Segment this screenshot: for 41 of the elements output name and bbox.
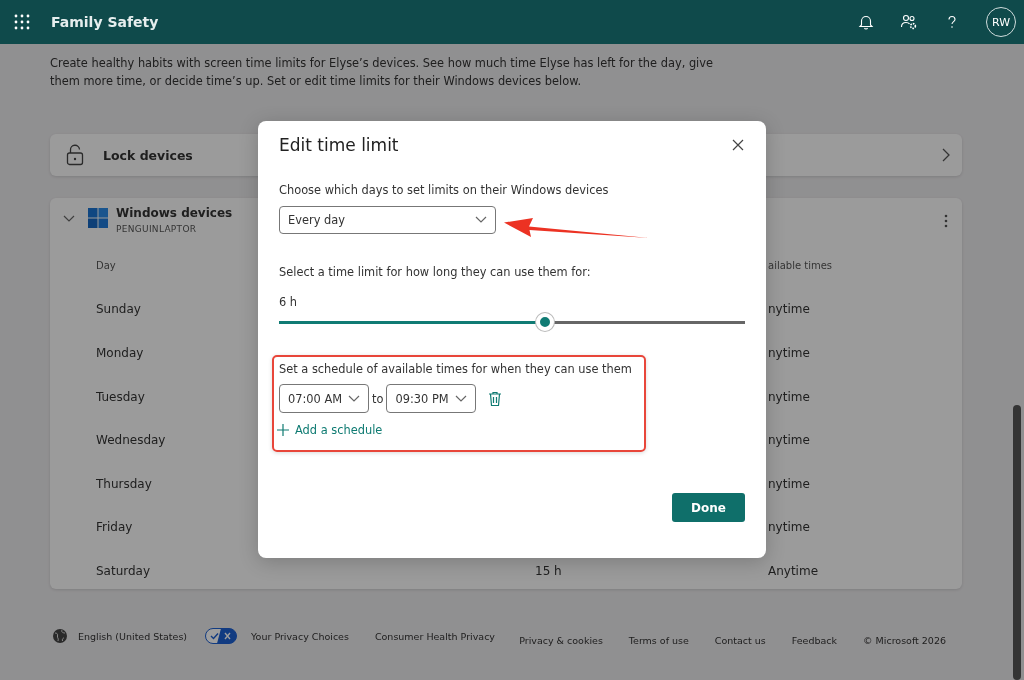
time-limit-label: Select a time limit for how long they can use them for:	[279, 265, 592, 279]
start-time-dropdown[interactable]: 07:00 AM	[279, 384, 369, 413]
lock-devices-label: Lock devices	[103, 147, 193, 163]
add-schedule-link[interactable]: Add a schedule	[277, 423, 383, 437]
table-cell: nytime	[768, 433, 810, 448]
device-name: PENGUINLAPTOR	[116, 224, 198, 234]
table-cell: nytime	[768, 520, 810, 535]
table-cell: Anytime	[768, 563, 819, 578]
dialog-title: Edit time limit	[279, 135, 399, 155]
copyright-text: © Microsoft 2026	[863, 635, 946, 646]
table-cell: nytime	[768, 389, 810, 404]
language-link[interactable]: English (United States)	[78, 630, 188, 642]
schedule-label: Set a schedule of available times for when they can use them	[279, 362, 633, 376]
end-time-dropdown[interactable]: 09:30 PM	[386, 384, 477, 413]
table-cell: nytime	[768, 476, 810, 491]
column-header: ailable times	[768, 260, 833, 272]
table-cell: Tuesday	[96, 389, 145, 404]
table-cell: Sunday	[96, 302, 141, 317]
footer-link[interactable]: Privacy & cookies	[519, 635, 603, 646]
table-cell: Monday	[96, 346, 144, 360]
done-button[interactable]: Done	[672, 493, 745, 522]
time-limit-reading: 6 h	[279, 295, 299, 309]
table-cell: Thursday	[96, 476, 152, 491]
table-cell: Saturday	[96, 563, 151, 578]
device-title: Windows devices	[116, 206, 233, 220]
footer-link[interactable]: Feedback	[791, 635, 838, 646]
table-cell: Wednesday	[96, 433, 166, 448]
days-label: Choose which days to set limits on their Windows devices	[279, 183, 610, 197]
intro-text: Create healthy habits with screen time limits for Elyse’s devices. See how much time Elyse has left for the day, give them more time, or decide time’s up. Set or edit time limits for their Windows devices below.	[50, 55, 715, 90]
column-header: Day	[96, 260, 116, 272]
days-dropdown[interactable]: Every day	[279, 206, 496, 234]
table-cell: 15 h	[535, 563, 562, 578]
table-cell: nytime	[768, 302, 810, 317]
privacy-choices-link[interactable]: Your Privacy Choices	[251, 630, 349, 642]
to-label: to	[372, 391, 384, 406]
health-privacy-link[interactable]: Consumer Health Privacy	[374, 630, 495, 642]
footer-link[interactable]: Terms of use	[628, 635, 689, 646]
footer-link[interactable]: Contact us	[714, 635, 766, 646]
table-cell: nytime	[768, 346, 810, 360]
table-cell: Friday	[96, 520, 133, 535]
app-title: Family Safety	[51, 14, 159, 30]
